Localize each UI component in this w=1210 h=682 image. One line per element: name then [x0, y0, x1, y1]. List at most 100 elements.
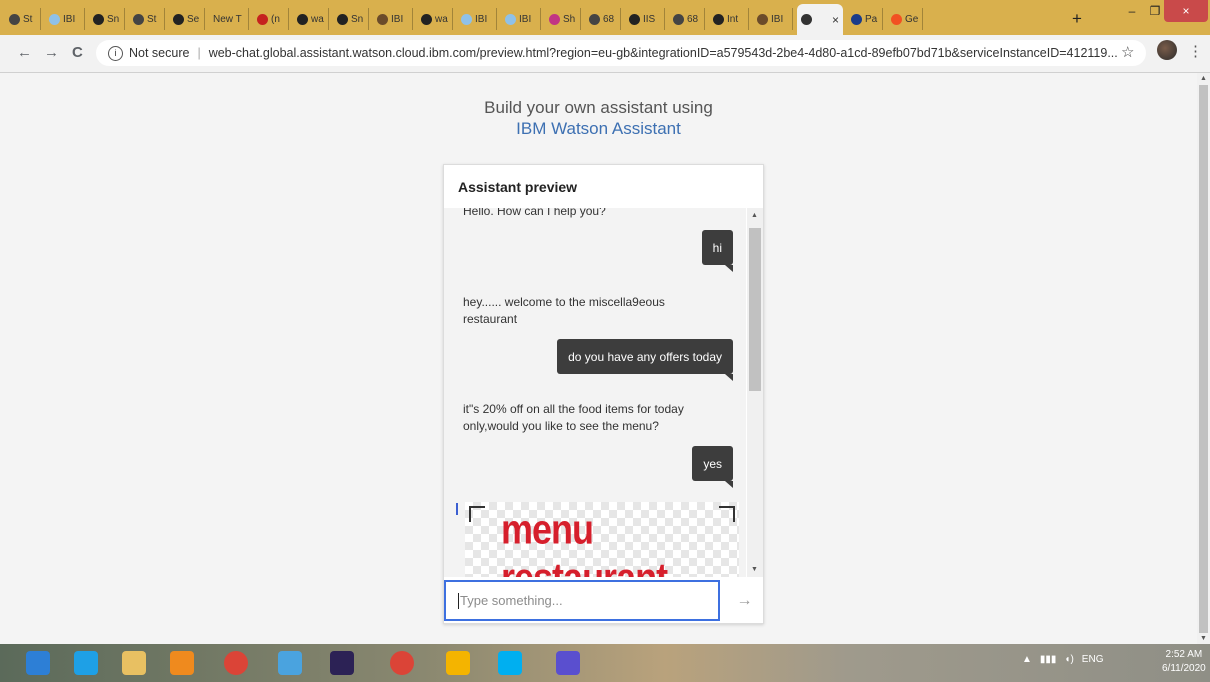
- vlc-icon: [170, 651, 194, 675]
- tab-label: St: [23, 13, 33, 25]
- taskbar-internet-explorer-button[interactable]: [66, 647, 106, 679]
- browser-tab[interactable]: Pa: [847, 8, 883, 30]
- clock[interactable]: 2:52 AM 6/11/2020: [1162, 648, 1206, 676]
- restore-button[interactable]: ❐: [1146, 0, 1164, 22]
- taskbar-notepad-button[interactable]: [270, 647, 310, 679]
- taskbar-chrome-button[interactable]: [382, 647, 422, 679]
- tab-favicon-icon: [297, 13, 308, 25]
- skype-icon: [498, 651, 522, 675]
- taskbar-slides-button[interactable]: [438, 647, 478, 679]
- page-scroll-down-icon[interactable]: ▼: [1200, 635, 1207, 642]
- browser-tab[interactable]: St: [129, 8, 165, 30]
- browser-tab[interactable]: IIS: [625, 8, 665, 30]
- taskbar-skype-button[interactable]: [490, 647, 530, 679]
- menu-image-title: menu restaurant: [501, 505, 668, 577]
- browser-tab[interactable]: St: [5, 8, 41, 30]
- browser-tab[interactable]: Se: [169, 8, 205, 30]
- page-scroll-up-icon[interactable]: ▲: [1200, 75, 1207, 82]
- browser-tab[interactable]: wa: [293, 8, 329, 30]
- bookmark-star-icon[interactable]: ☆: [1121, 43, 1134, 61]
- taskbar-chrome-button[interactable]: [216, 647, 256, 679]
- clock-date: 6/11/2020: [1162, 663, 1206, 674]
- browser-tab[interactable]: Sh: [545, 8, 581, 30]
- watson-link[interactable]: IBM Watson Assistant: [0, 119, 1197, 139]
- security-label: Not secure: [129, 46, 190, 60]
- slides-icon: [446, 651, 470, 675]
- page-heading: Build your own assistant using: [484, 98, 713, 117]
- page-scrollbar-thumb[interactable]: [1199, 85, 1208, 633]
- taskbar-settings-button[interactable]: [548, 647, 588, 679]
- tab-favicon-icon: [629, 13, 640, 25]
- browser-menu-icon[interactable]: ⋮: [1188, 42, 1203, 60]
- send-arrow-icon[interactable]: →: [726, 580, 763, 621]
- browser-tab[interactable]: New T: [209, 8, 249, 30]
- bot-message: hey...... welcome to the miscella9eous r…: [463, 295, 665, 326]
- browser-tab[interactable]: Int: [709, 8, 749, 30]
- tab-favicon-icon: [589, 13, 600, 25]
- tray-arrow-icon[interactable]: ▲: [1022, 654, 1032, 665]
- tab-favicon-icon: [891, 13, 902, 25]
- user-message: yes: [692, 446, 733, 488]
- page-content: Build your own assistant using IBM Watso…: [0, 73, 1197, 644]
- tab-favicon-icon: [801, 14, 812, 25]
- address-bar[interactable]: i Not secure | web-chat.global.assistant…: [96, 40, 1146, 66]
- tab-favicon-icon: [549, 13, 560, 25]
- back-button[interactable]: ←: [17, 44, 32, 61]
- close-window-button[interactable]: ×: [1164, 0, 1208, 22]
- browser-tab[interactable]: IBI: [45, 8, 85, 30]
- taskbar-vlc-button[interactable]: [162, 647, 202, 679]
- tab-label: Int: [727, 13, 739, 25]
- tab-favicon-icon: [257, 13, 268, 25]
- message-input[interactable]: Type something...: [444, 580, 720, 621]
- browser-tab[interactable]: wa: [417, 8, 453, 30]
- info-icon[interactable]: i: [108, 45, 123, 61]
- browser-tab[interactable]: Ge: [887, 8, 923, 30]
- browser-tab[interactable]: IBI: [501, 8, 541, 30]
- tab-label: New T: [213, 13, 242, 25]
- menu-image[interactable]: menu restaurant: [465, 502, 739, 577]
- tab-label: IBI: [771, 13, 784, 25]
- taskbar-eclipse-button[interactable]: [322, 647, 362, 679]
- browser-tab[interactable]: IBI: [373, 8, 413, 30]
- browser-tab[interactable]: IBI: [753, 8, 793, 30]
- profile-avatar[interactable]: [1157, 40, 1177, 60]
- close-tab-icon[interactable]: ×: [832, 13, 839, 27]
- network-icon[interactable]: ▮▮▮: [1040, 654, 1057, 665]
- browser-tab[interactable]: Sn: [89, 8, 125, 30]
- eclipse-icon: [330, 651, 354, 675]
- chat-scrollbar-thumb[interactable]: [749, 228, 761, 391]
- forward-button[interactable]: →: [44, 44, 59, 61]
- tab-favicon-icon: [49, 13, 60, 25]
- tab-label: wa: [435, 13, 448, 25]
- system-tray: ▲ ▮▮▮ ◖) ENG: [1022, 654, 1103, 665]
- tab-favicon-icon: [133, 13, 144, 25]
- browser-tab[interactable]: 68: [585, 8, 621, 30]
- minimize-button[interactable]: –: [1118, 0, 1146, 22]
- browser-tab[interactable]: (n: [253, 8, 289, 30]
- scroll-up-arrow-icon[interactable]: ▲: [751, 212, 758, 219]
- tab-label: St: [147, 13, 157, 25]
- browser-tab[interactable]: IBI: [457, 8, 497, 30]
- bot-message: Hello. How can I help you?: [463, 208, 606, 218]
- tab-favicon-icon: [173, 13, 184, 25]
- browser-tab[interactable]: 68: [669, 8, 705, 30]
- page-scrollbar[interactable]: ▲ ▼: [1197, 73, 1210, 644]
- volume-icon[interactable]: ◖): [1064, 654, 1073, 665]
- chat-scrollbar[interactable]: ▲ ▼: [747, 208, 763, 577]
- taskbar-start-button[interactable]: [18, 647, 58, 679]
- tab-strip: St IBI Sn St Se New T (n wa Sn IBI wa IBI IBI Sh 68 IIS…: [0, 0, 1210, 35]
- tab-label: IBI: [519, 13, 532, 25]
- new-tab-button[interactable]: +: [1072, 9, 1082, 29]
- browser-tab[interactable]: Sn: [333, 8, 369, 30]
- tab-favicon-icon: [9, 13, 20, 25]
- tab-label: Pa: [865, 13, 878, 25]
- panel-title: Assistant preview: [444, 165, 763, 208]
- browser-tab[interactable]: ×: [797, 4, 843, 35]
- scroll-down-arrow-icon[interactable]: ▼: [751, 566, 758, 573]
- tab-label: Sh: [563, 13, 576, 25]
- language-indicator[interactable]: ENG: [1082, 654, 1104, 665]
- taskbar-file-explorer-button[interactable]: [114, 647, 154, 679]
- frame-corner: [469, 506, 485, 522]
- tab-favicon-icon: [505, 13, 516, 25]
- reload-button[interactable]: C: [72, 44, 83, 61]
